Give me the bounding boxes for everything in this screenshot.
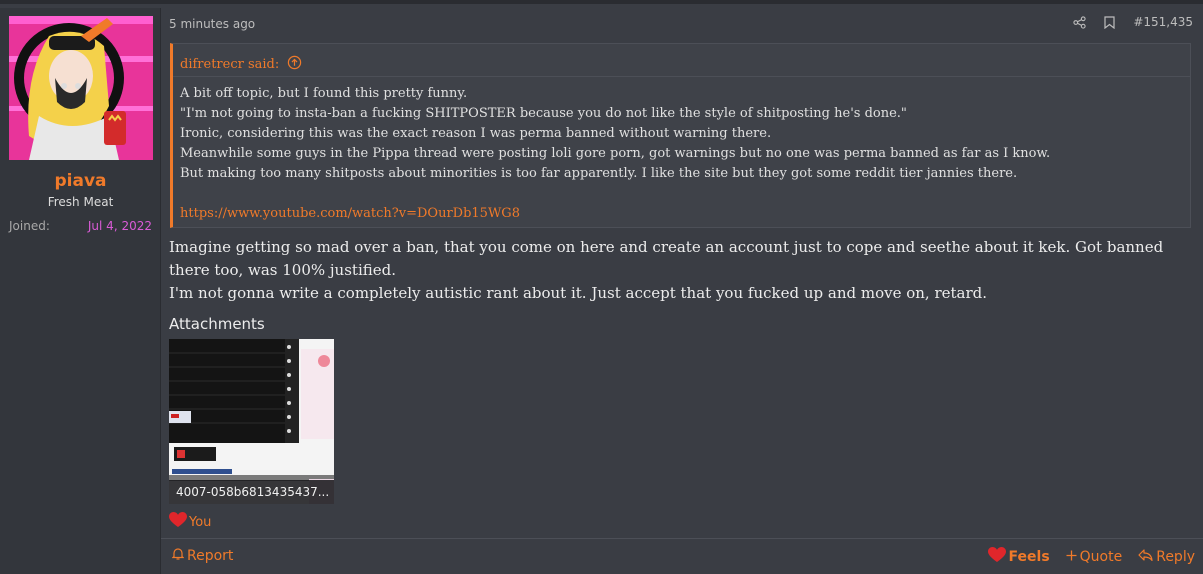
quote-body: A bit off topic, but I found this pretty… xyxy=(173,77,1190,224)
quote-line: Meanwhile some guys in the Pippa thread … xyxy=(180,146,1051,161)
reaction-user[interactable]: You xyxy=(189,515,211,530)
report-label: Report xyxy=(187,547,234,564)
post-number[interactable]: #151,435 xyxy=(1133,15,1193,29)
post-header-actions: #151,435 xyxy=(1073,15,1193,29)
attachment-thumbnail[interactable]: 4007-058b6813435437... xyxy=(169,339,334,504)
post-body: Imagine getting so mad over a ban, that … xyxy=(169,236,1194,305)
user-sidebar: piava Fresh Meat Joined: Jul 4, 2022 xyxy=(0,8,161,574)
post-paragraph: I'm not gonna write a completely autisti… xyxy=(169,284,988,302)
avatar[interactable] xyxy=(9,16,153,160)
reply-icon xyxy=(1138,549,1153,565)
quote-line: "I'm not going to insta-ban a fucking SH… xyxy=(180,106,907,121)
joined-date: Jul 4, 2022 xyxy=(87,219,152,233)
footer-actions: Feels Quote Reply xyxy=(987,547,1195,567)
share-icon[interactable] xyxy=(1073,15,1086,29)
forum-post: piava Fresh Meat Joined: Jul 4, 2022 5 m… xyxy=(0,0,1203,574)
post-main: 5 minutes ago #151,435 difretrecr said: … xyxy=(161,8,1203,574)
bookmark-icon[interactable] xyxy=(1104,15,1115,29)
quote-line: Ironic, considering this was the exact r… xyxy=(180,126,772,141)
user-title: Fresh Meat xyxy=(47,195,114,209)
quote-line: A bit off topic, but I found this pretty… xyxy=(180,86,468,101)
username[interactable]: piava xyxy=(0,171,161,191)
feels-label: Feels xyxy=(1008,549,1050,565)
post-paragraph: Imagine getting so mad over a ban, that … xyxy=(169,238,1164,279)
post-timestamp[interactable]: 5 minutes ago xyxy=(169,17,255,31)
attachment-name[interactable]: 4007-058b6813435437... xyxy=(169,480,334,504)
quote-line: But making too many shitposts about mino… xyxy=(180,166,1018,181)
quote-label: Quote xyxy=(1079,549,1123,565)
quote-link[interactable]: https://www.youtube.com/watch?v=DOurDb15… xyxy=(180,204,1190,224)
feels-button[interactable]: Feels xyxy=(987,547,1050,567)
quote-button[interactable]: Quote xyxy=(1066,549,1123,565)
heart-icon xyxy=(169,512,187,532)
joined-label: Joined: xyxy=(9,219,50,233)
attachments-title: Attachments xyxy=(169,315,265,333)
reply-button[interactable]: Reply xyxy=(1138,549,1195,565)
bell-icon xyxy=(171,547,185,564)
reaction-summary[interactable]: You xyxy=(169,512,211,532)
arrow-up-circle-icon[interactable] xyxy=(287,55,302,74)
report-button[interactable]: Report xyxy=(171,547,234,564)
quote-header: difretrecr said: xyxy=(173,44,1190,77)
quote-block: difretrecr said: A bit off topic, but I … xyxy=(170,43,1191,228)
plus-icon xyxy=(1066,549,1077,565)
heart-icon xyxy=(987,547,1006,567)
reply-label: Reply xyxy=(1156,549,1195,565)
quote-author[interactable]: difretrecr said: xyxy=(180,57,279,72)
post-footer: Report Feels Quote Reply xyxy=(161,538,1203,574)
